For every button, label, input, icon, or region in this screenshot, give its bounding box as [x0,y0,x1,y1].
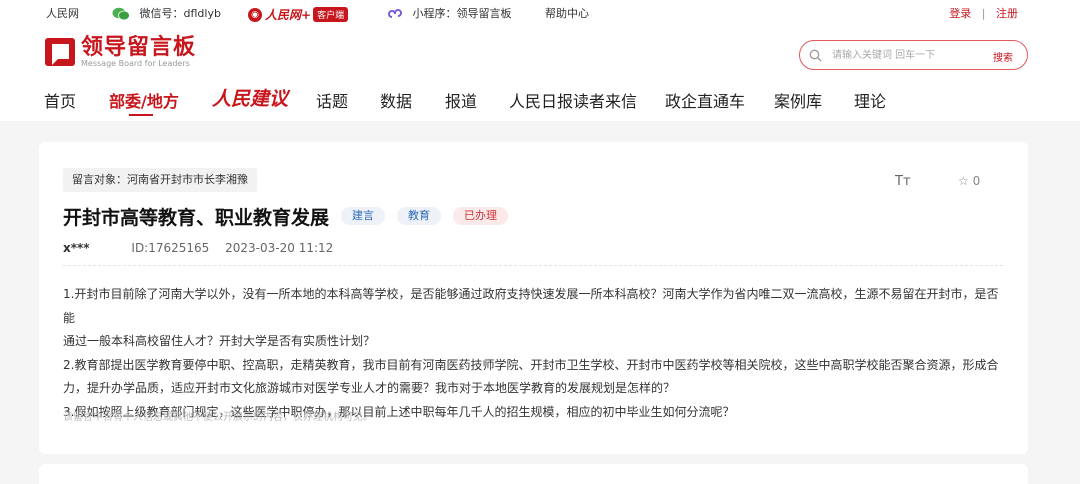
body-line: 1.开封市目前除了河南大学以外，没有一所本地的本科高等学校，是否能够通过政府支持… [63,287,999,325]
tag-suggestion: 建言 [341,207,386,225]
nav-home[interactable]: 首页 [44,88,76,112]
search-button[interactable]: 搜索 [993,49,1013,64]
body-line: 2.教育部提出医学教育要停中职、控高职，走精英教育，我市目前有河南医药技师学院、… [63,357,999,372]
client-badge[interactable]: ◉ 人民网+ 客户端 [248,6,349,23]
nav-data[interactable]: 数据 [380,88,412,112]
reply-card [39,464,1028,484]
search-box: 搜索 [799,40,1028,70]
font-size-button[interactable]: Tт [895,174,911,189]
help-center-link[interactable]: 帮助中心 [545,7,589,21]
logo-subtitle: Message Board for Leaders [81,59,190,68]
wechat-label: 微信号：dfldlyb [139,7,221,20]
people-logo-icon: ◉ [248,7,262,22]
nav-enterprise-channel[interactable]: 政企直通车 [665,88,745,112]
top-bar: 人民网 微信号：dfldlyb ◉ 人民网+ 客户端 小程序：领导留言板 帮助中… [0,0,1080,28]
search-input[interactable] [832,47,982,63]
nav-ministries-local[interactable]: 部委/地方 [109,88,179,112]
nav-active-underline [129,114,153,116]
body-line: 通过一般本科高校留住人才？开封大学是否有实质性计划？ [63,334,376,348]
nav-topics[interactable]: 话题 [316,88,348,112]
nav-people-suggestions[interactable]: 人民建议 [212,84,288,111]
wechat-info[interactable]: 微信号：dfldlyb [112,7,221,21]
mini-program-icon [388,9,402,18]
body-line: 力，提升办学品质，适应开封市文化旅游城市对医学专业人才的需要？我市对于本地医学教… [63,381,676,395]
site-logo[interactable]: 领导留言板 Message Board for Leaders [44,35,196,69]
author-name: x*** [63,241,90,255]
message-title: 开封市高等教育、职业教育发展 [63,206,330,229]
star-icon: ☆ [958,174,969,188]
message-meta: x*** ID:17625165 2023-03-20 11:12 [63,241,345,255]
logo-title: 领导留言板 [81,35,197,60]
favorite-count: 0 [972,174,981,188]
nav-case-library[interactable]: 案例库 [774,88,822,112]
privacy-note: 该留言中含有个人信息或其他不便公开展示的内容，仅办理机构可见。 [63,412,373,423]
logo-mark-icon [45,38,75,66]
client-name: 人民网+ [265,8,312,22]
nav-reader-letters[interactable]: 人民日报读者来信 [509,88,637,112]
tag-education: 教育 [397,207,442,225]
mini-program-label: 小程序：领导留言板 [412,7,512,20]
message-card: 留言对象：河南省开封市市长李湘豫 Tт ☆ 0 开封市高等教育、职业教育发展 建… [39,142,1028,454]
main-nav: 首页 部委/地方 人民建议 话题 数据 报道 人民日报读者来信 政企直通车 案例… [0,84,1080,118]
message-id: ID:17625165 [131,241,210,255]
nav-theory[interactable]: 理论 [854,88,886,112]
site-link[interactable]: 人民网 [46,7,79,21]
message-datetime: 2023-03-20 11:12 [225,241,334,255]
message-body: 1.开封市目前除了河南大学以外，没有一所本地的本科高等学校，是否能够通过政府支持… [63,283,1008,424]
favorite-button[interactable]: ☆ 0 [958,174,980,188]
register-link[interactable]: 注册 [996,7,1018,20]
mini-program-link[interactable]: 小程序：领导留言板 [388,7,512,21]
wechat-icon [112,7,130,21]
status-badge: 已办理 [453,207,509,225]
search-icon [809,49,822,62]
meta-divider [63,265,1003,266]
nav-reports[interactable]: 报道 [445,88,477,112]
client-tag: 客户端 [313,7,349,22]
login-link[interactable]: 登录 [949,7,971,20]
site-header: 人民网 微信号：dfldlyb ◉ 人民网+ 客户端 小程序：领导留言板 帮助中… [0,0,1080,121]
title-row: 开封市高等教育、职业教育发展 建言 教育 已办理 [63,202,509,230]
account-links: 登录 | 注册 [949,7,1018,21]
message-target: 留言对象：河南省开封市市长李湘豫 [63,168,257,192]
account-separator: | [981,7,986,20]
